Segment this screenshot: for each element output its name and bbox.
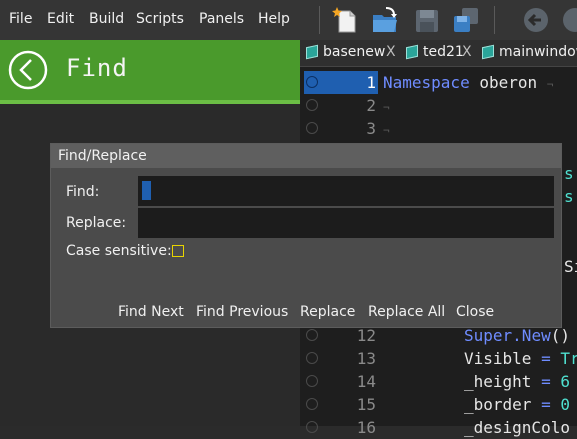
code-line: 13 Visible = Tr (300, 347, 577, 370)
find-panel-header: Find (0, 40, 300, 104)
line-number: 12 (356, 326, 376, 345)
breakpoint-marker-icon[interactable] (306, 375, 318, 387)
menu-help[interactable]: Help (258, 11, 290, 27)
toolbar-separator (494, 6, 495, 34)
line-number: 14 (356, 372, 376, 391)
breakpoint-marker-icon[interactable] (306, 122, 318, 134)
tab-label: ted21 (423, 44, 464, 60)
code-member: .New (512, 326, 551, 345)
code-line: 1 Namespace oberon ¬ (300, 71, 577, 94)
case-sensitive-checkbox[interactable] (172, 245, 184, 257)
save-all-icon[interactable] (451, 6, 481, 34)
line-number: 2 (366, 96, 376, 115)
code-operator: = (541, 395, 551, 414)
find-panel-title: Find (66, 54, 128, 82)
tab-label: basenew (323, 44, 386, 60)
code-line: 14 _height = 6 (300, 370, 577, 393)
line-number: 13 (356, 349, 376, 368)
find-replace-dialog: Find/Replace Find: Replace: Case sensiti… (50, 143, 562, 328)
breakpoint-marker-icon[interactable] (306, 99, 318, 111)
tab-basenew[interactable]: basenew X (302, 40, 398, 66)
line-number: 15 (356, 395, 376, 414)
forward-arrow-icon[interactable] (560, 6, 577, 34)
code-text: Visible (464, 349, 542, 368)
code-operator: = (541, 349, 551, 368)
open-file-icon[interactable] (370, 6, 400, 34)
code-operator: = (541, 372, 551, 391)
code-text: () (550, 326, 570, 345)
replace-input[interactable] (138, 208, 554, 238)
code-text: oberon (469, 73, 538, 92)
line-number: 1 (366, 73, 376, 92)
code-value: 0 (550, 395, 570, 414)
breakpoint-marker-icon[interactable] (306, 398, 318, 410)
code-line: 3 ¬ (300, 117, 577, 140)
whitespace-marker-icon: ¬ (383, 124, 390, 137)
code-line: 2 ¬ (300, 94, 577, 117)
editor-tab-bar: basenew X ted21 X mainwindow (300, 40, 577, 67)
menu-bar: File Edit Build Scripts Panels Help (0, 0, 577, 40)
breakpoint-marker-icon[interactable] (306, 329, 318, 341)
code-object: Super (464, 326, 513, 345)
file-tab-icon (306, 44, 318, 60)
find-input[interactable] (138, 176, 554, 206)
dialog-title: Find/Replace (58, 148, 147, 164)
code-value: Tr (550, 349, 577, 368)
tab-close-icon[interactable]: X (462, 44, 472, 60)
code-fragment: s (564, 187, 574, 206)
find-label: Find: (66, 184, 100, 200)
code-line: 16 _designColo (300, 416, 577, 439)
close-button[interactable]: Close (456, 304, 494, 320)
code-keyword: Namespace (383, 73, 470, 92)
file-tab-icon (406, 44, 418, 60)
code-line: 15 _border = 0 (300, 393, 577, 416)
code-text: _designColo (464, 418, 570, 437)
find-previous-button[interactable]: Find Previous (196, 304, 288, 320)
menu-panels[interactable]: Panels (199, 11, 244, 27)
line-number: 16 (356, 418, 376, 437)
replace-label: Replace: (66, 215, 127, 231)
menu-file[interactable]: File (9, 11, 32, 27)
breakpoint-marker-icon[interactable] (306, 76, 318, 88)
dialog-title-bar[interactable]: Find/Replace (51, 144, 561, 168)
toolbar-separator (319, 6, 320, 34)
file-tab-icon (482, 44, 494, 60)
tab-ted21[interactable]: ted21 X (402, 40, 478, 66)
menu-build[interactable]: Build (89, 11, 124, 27)
whitespace-marker-icon: ¬ (546, 78, 554, 91)
tab-mainwindow[interactable]: mainwindow (478, 40, 577, 66)
code-text: _height (464, 372, 542, 391)
back-arrow-icon[interactable] (521, 6, 551, 34)
tab-close-icon[interactable]: X (386, 44, 396, 60)
code-fragment: Si (564, 257, 577, 276)
text-cursor (142, 181, 151, 200)
breakpoint-marker-icon[interactable] (306, 421, 318, 433)
code-fragment: s (564, 164, 574, 183)
tab-label: mainwindow (499, 44, 577, 60)
code-value: 6 (550, 372, 570, 391)
case-sensitive-label: Case sensitive: (66, 243, 172, 259)
replace-all-button[interactable]: Replace All (368, 304, 445, 320)
replace-button[interactable]: Replace (300, 304, 355, 320)
menu-scripts[interactable]: Scripts (136, 11, 184, 27)
code-text: _border (464, 395, 542, 414)
back-circle-icon[interactable] (8, 50, 48, 90)
breakpoint-marker-icon[interactable] (306, 352, 318, 364)
whitespace-marker-icon: ¬ (383, 101, 390, 114)
find-next-button[interactable]: Find Next (118, 304, 184, 320)
save-icon[interactable] (412, 6, 442, 34)
new-file-icon[interactable] (330, 6, 360, 34)
menu-edit[interactable]: Edit (47, 11, 74, 27)
line-number: 3 (366, 119, 376, 138)
